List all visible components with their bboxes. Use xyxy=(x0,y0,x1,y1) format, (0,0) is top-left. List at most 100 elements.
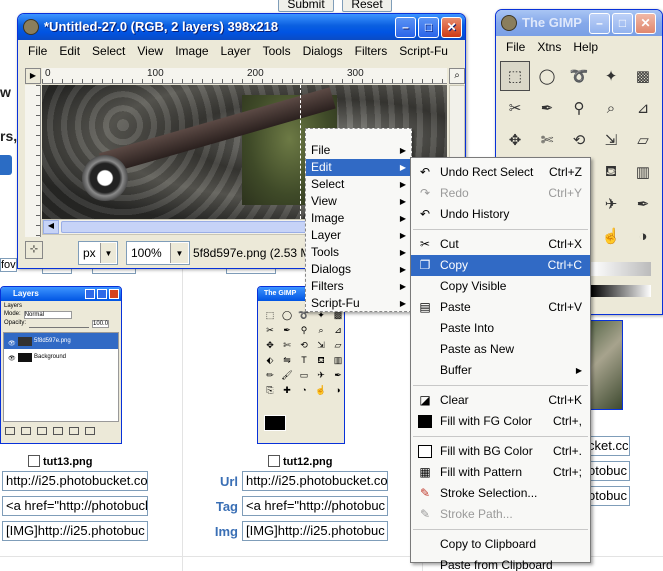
tag-field[interactable]: <a href="http://photobuc xyxy=(242,496,388,516)
url-field[interactable]: http://i25.photobucket.com xyxy=(2,471,148,491)
image-menu-item-file[interactable]: File ▶ xyxy=(306,142,411,159)
select-checkbox[interactable] xyxy=(268,455,280,467)
ink-icon[interactable]: ✒ xyxy=(628,189,658,219)
toolbox-title-bar[interactable]: The GIMP – □ ✕ xyxy=(496,10,662,36)
menu-script-fu[interactable]: Script-Fu xyxy=(393,44,454,58)
fuzzy-select-icon[interactable]: ✦ xyxy=(596,61,626,91)
close-icon[interactable]: ✕ xyxy=(441,17,462,38)
move-icon[interactable]: ✥ xyxy=(500,125,530,155)
lasso-icon[interactable]: ➰ xyxy=(564,61,594,91)
menu-tools[interactable]: Tools xyxy=(257,44,297,58)
menu-help[interactable]: Help xyxy=(567,40,604,54)
menu-layer[interactable]: Layer xyxy=(215,44,257,58)
dodge-icon[interactable]: ◑ xyxy=(628,221,658,251)
edit-menu-item-undo-history[interactable]: ↶ Undo History xyxy=(411,204,590,225)
pattern-fill-icon: ▦ xyxy=(419,465,431,479)
layers-thumbnail[interactable]: Layers Layers Mode: Normal Opacity: 100.0 … xyxy=(0,286,122,444)
thumb-airbrush-icon: ✈ xyxy=(317,370,325,380)
image-menu-item-edit[interactable]: Edit ▶ xyxy=(306,159,411,176)
maximize-icon[interactable]: □ xyxy=(612,13,633,34)
menu-image[interactable]: Image xyxy=(169,44,214,58)
image-thumbnail-partial[interactable] xyxy=(590,320,623,410)
img-field[interactable]: [IMG]http://i25.photobuc xyxy=(2,521,148,541)
brush-preview[interactable] xyxy=(591,262,651,276)
edit-menu-item-cut[interactable]: ✂ Cut Ctrl+X xyxy=(411,234,590,255)
minimize-icon[interactable]: – xyxy=(589,13,610,34)
bucket-fill-icon[interactable]: ⛾ xyxy=(596,157,626,187)
edit-menu[interactable]: ↶ Undo Rect Select Ctrl+Z ↷ Redo Ctrl+Y ↶ Undo … xyxy=(410,157,591,571)
menu-edit[interactable]: Edit xyxy=(53,44,86,58)
quick-mask-icon[interactable]: ▶ xyxy=(25,68,41,84)
shear-icon[interactable]: ▱ xyxy=(628,125,658,155)
edit-menu-item-copy[interactable]: ❐ Copy Ctrl+C xyxy=(411,255,590,276)
url-field[interactable]: http://i25.photobucket.co xyxy=(242,471,388,491)
layer-row-selected[interactable]: 👁 5f8d597e.png xyxy=(4,333,118,349)
image-menu-item-select[interactable]: Select ▶ xyxy=(306,176,411,193)
menu-select[interactable]: Select xyxy=(86,44,131,58)
airbrush-icon[interactable]: ✈ xyxy=(596,189,626,219)
image-menu-item-layer[interactable]: Layer ▶ xyxy=(306,227,411,244)
fg-color-swatch xyxy=(264,415,286,431)
image-menu-item-filters[interactable]: Filters ▶ xyxy=(306,278,411,295)
blue-button-fragment[interactable] xyxy=(0,155,12,175)
smudge-icon[interactable]: ☝ xyxy=(596,221,626,251)
close-icon[interactable]: ✕ xyxy=(635,13,656,34)
zoom-tool-icon[interactable]: ⌕ xyxy=(596,93,626,123)
scale-icon[interactable]: ⇲ xyxy=(596,125,626,155)
unit-select[interactable]: px ▼ xyxy=(78,241,118,265)
edit-menu-item-paste[interactable]: ▤ Paste Ctrl+V xyxy=(411,297,590,318)
edit-menu-item-paste-from-clipboard[interactable]: Paste from Clipboard xyxy=(411,555,590,571)
rotate-icon[interactable]: ⟲ xyxy=(564,125,594,155)
ellipse-select-icon[interactable]: ◯ xyxy=(532,61,562,91)
crop-icon[interactable]: ✄ xyxy=(532,125,562,155)
img-field[interactable]: [IMG]http://i25.photobuc xyxy=(242,521,388,541)
image-menu-item-dialogs[interactable]: Dialogs ▶ xyxy=(306,261,411,278)
paths-icon[interactable]: ✒ xyxy=(532,93,562,123)
edit-menu-item-paste-into[interactable]: Paste Into xyxy=(411,318,590,339)
color-select-icon[interactable]: ▩ xyxy=(628,61,658,91)
edit-menu-item-paste-as-new[interactable]: Paste as New xyxy=(411,339,590,360)
zoom-icon[interactable]: ⌕ xyxy=(449,68,465,84)
menu-item-shortcut: Ctrl+K xyxy=(548,393,582,407)
url-label: Url xyxy=(219,474,238,489)
minimize-icon[interactable]: – xyxy=(395,17,416,38)
edit-menu-item-fill-with-bg-color[interactable]: Fill with BG Color Ctrl+. xyxy=(411,441,590,462)
edit-menu-item-stroke-selection[interactable]: ✎ Stroke Selection... xyxy=(411,483,590,504)
select-checkbox[interactable] xyxy=(28,455,40,467)
edit-menu-item-copy-visible[interactable]: Copy Visible xyxy=(411,276,590,297)
edit-menu-item-buffer[interactable]: Buffer ▶ xyxy=(411,360,590,381)
menu-view[interactable]: View xyxy=(131,44,169,58)
edit-menu-item-fill-with-fg-color[interactable]: Fill with FG Color Ctrl+, xyxy=(411,411,590,432)
image-menu[interactable]: File ▶ Edit ▶ Select ▶ View ▶ Image ▶ Layer ▶ Tools ▶… xyxy=(305,128,412,312)
scissors-select-icon[interactable]: ✂ xyxy=(500,93,530,123)
edit-menu-item-copy-to-clipboard[interactable]: Copy to Clipboard xyxy=(411,534,590,555)
edit-menu-item-undo-rect-select[interactable]: ↶ Undo Rect Select Ctrl+Z xyxy=(411,162,590,183)
navigate-icon[interactable]: ⊹ xyxy=(25,241,43,259)
menu-file[interactable]: File xyxy=(500,40,531,54)
blend-icon[interactable]: ▥ xyxy=(628,157,658,187)
image-menu-item-tools[interactable]: Tools ▶ xyxy=(306,244,411,261)
layer-row[interactable]: 👁 Background xyxy=(4,349,118,365)
image-menu-item-script-fu[interactable]: Script-Fu ▶ xyxy=(306,295,411,312)
maximize-icon[interactable]: □ xyxy=(418,17,439,38)
menu-file[interactable]: File xyxy=(22,44,53,58)
color-picker-icon[interactable]: ⚲ xyxy=(564,93,594,123)
menu-xtns[interactable]: Xtns xyxy=(531,40,567,54)
image-menu-item-view[interactable]: View ▶ xyxy=(306,193,411,210)
gradient-preview[interactable] xyxy=(591,285,651,297)
truncated-field[interactable]: fov xyxy=(0,258,17,272)
edit-menu-item-clear[interactable]: ◪ Clear Ctrl+K xyxy=(411,390,590,411)
submenu-arrow-icon: ▶ xyxy=(399,214,406,223)
edit-menu-item-fill-with-pattern[interactable]: ▦ Fill with Pattern Ctrl+; xyxy=(411,462,590,483)
thumb-heal-icon: ✚ xyxy=(283,385,291,395)
zoom-select[interactable]: 100% ▼ xyxy=(126,241,190,265)
submit-button[interactable]: Submit xyxy=(278,0,334,12)
measure-icon[interactable]: ⊿ xyxy=(628,93,658,123)
tag-field[interactable]: <a href="http://photobucket xyxy=(2,496,148,516)
image-menu-item-image[interactable]: Image ▶ xyxy=(306,210,411,227)
menu-filters[interactable]: Filters xyxy=(349,44,394,58)
menu-dialogs[interactable]: Dialogs xyxy=(297,44,349,58)
rect-select-icon[interactable]: ⬚ xyxy=(500,61,530,91)
reset-button[interactable]: Reset xyxy=(342,0,392,12)
image-title-bar[interactable]: *Untitled-27.0 (RGB, 2 layers) 398x218 –… xyxy=(18,14,465,40)
